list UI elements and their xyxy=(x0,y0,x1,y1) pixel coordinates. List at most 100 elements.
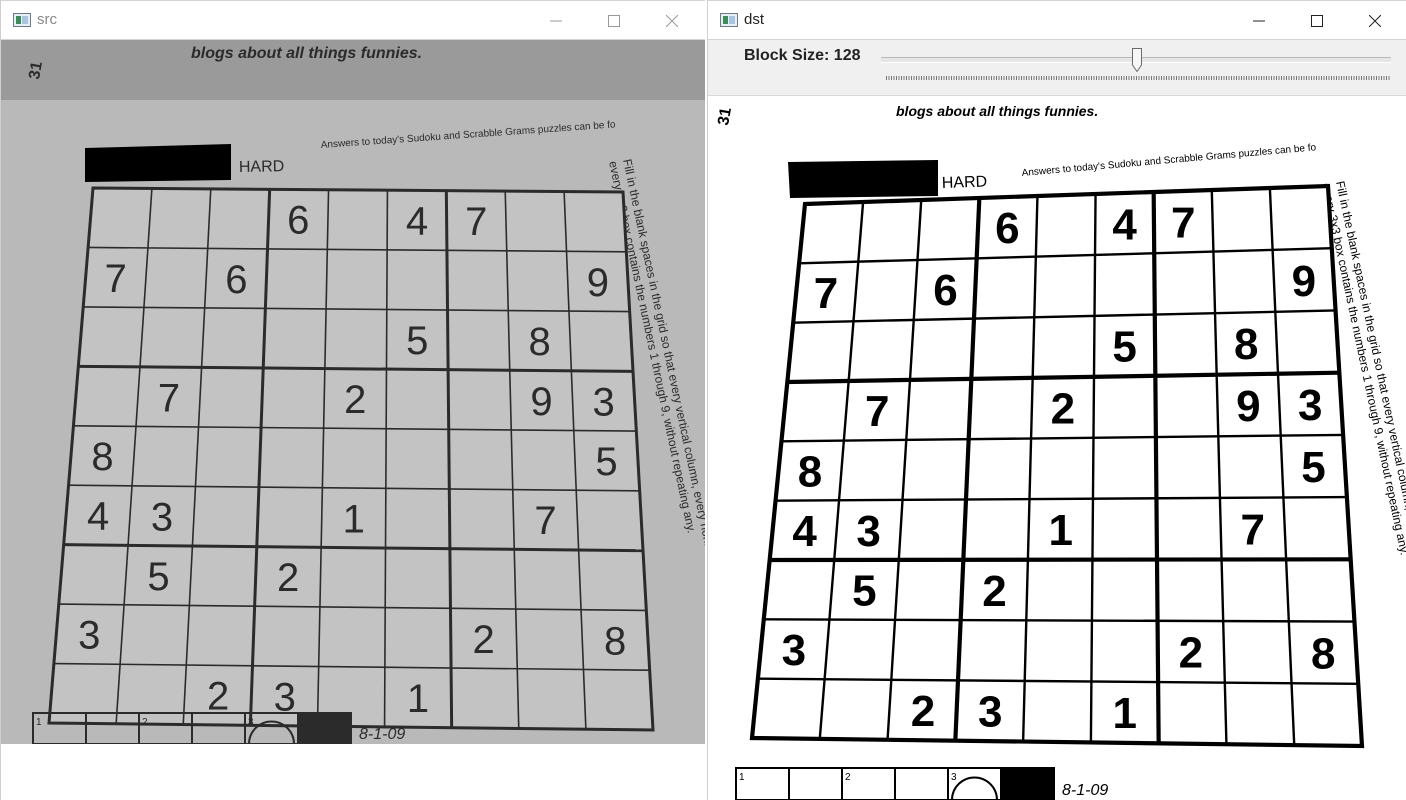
footer-box xyxy=(1000,767,1055,800)
maximize-icon xyxy=(1311,15,1323,27)
sudoku-cell-digit: 9 xyxy=(530,380,552,424)
app-icon xyxy=(13,13,31,27)
sudoku-cell-digit: 2 xyxy=(1179,628,1203,677)
dst-window: dst Block Size: 128 blogs about all thin… xyxy=(707,0,1406,800)
sudoku-cell-digit: 2 xyxy=(277,556,299,600)
sudoku-cell-digit: 6 xyxy=(287,199,309,243)
sudoku-cell-digit: 1 xyxy=(1113,689,1137,738)
block-size-trackbar: Block Size: 128 xyxy=(708,40,1406,96)
sudoku-cell-digit: 2 xyxy=(344,378,366,422)
src-window-title: src xyxy=(37,11,57,28)
close-button[interactable] xyxy=(1346,1,1404,41)
date-label: 8-1-09 xyxy=(1062,782,1108,799)
sudoku-cell-digit: 5 xyxy=(852,567,876,616)
maximize-icon xyxy=(608,15,620,27)
footer-box-number: 1 xyxy=(36,717,42,728)
sudoku-cell-digit: 5 xyxy=(406,319,428,363)
sudoku-cell-digit: 4 xyxy=(1112,200,1137,249)
sudoku-cell-digit: 6 xyxy=(933,266,957,315)
minimize-button[interactable] xyxy=(527,1,585,41)
sudoku-cell-digit: 8 xyxy=(528,320,550,364)
sudoku-cell-digit: 7 xyxy=(865,387,889,436)
minimize-icon xyxy=(1253,20,1265,22)
difficulty-label: HARD xyxy=(239,158,285,176)
sudoku-cell-digit: 5 xyxy=(1301,443,1325,492)
dst-title-bar[interactable]: dst xyxy=(708,0,1406,40)
sudoku-cell-digit: 7 xyxy=(105,257,127,301)
close-icon xyxy=(666,15,678,27)
date-label: 8-1-09 xyxy=(359,726,405,743)
sudoku-cell-digit: 1 xyxy=(343,497,365,541)
sudoku-cell-digit: 8 xyxy=(91,435,113,479)
sudoku-cell-digit: 7 xyxy=(465,200,487,244)
sudoku-cell-digit: 8 xyxy=(604,619,626,663)
footer-box-number: 3 xyxy=(951,772,957,783)
minimize-icon xyxy=(550,20,562,22)
sudoku-cell-digit: 7 xyxy=(1171,199,1195,248)
side-number: 31 xyxy=(715,106,735,127)
maximize-button[interactable] xyxy=(585,1,643,41)
sudoku-cell-digit: 3 xyxy=(1298,381,1322,430)
sudoku-cell-digit: 2 xyxy=(911,687,935,736)
sudoku-cell-digit: 9 xyxy=(587,261,609,305)
sudoku-cell-digit: 7 xyxy=(158,376,180,420)
sudoku-cell-digit: 6 xyxy=(995,204,1019,253)
sudoku-cell-digit: 3 xyxy=(592,380,614,424)
sudoku-cell-digit: 8 xyxy=(1311,629,1335,678)
dst-window-title: dst xyxy=(744,11,765,28)
sudoku-grid-frame xyxy=(749,183,1365,749)
trackbar-ticks xyxy=(886,76,1391,80)
trackbar-label: Block Size: 128 xyxy=(744,47,861,64)
sudoku-cell-digit: 7 xyxy=(534,499,556,543)
src-title-bar[interactable]: src xyxy=(1,0,705,40)
footer-box-number: 3 xyxy=(248,717,254,728)
sudoku-cell-digit: 9 xyxy=(1236,382,1260,431)
sudoku-badge-label: SUDOKU xyxy=(795,168,882,193)
src-image-canvas: blogs about all things funnies. 31 SUDOKU H… xyxy=(1,40,705,744)
sudoku-cell-digit: 2 xyxy=(207,675,229,719)
side-number: 31 xyxy=(26,60,46,81)
sudoku-cell-digit: 8 xyxy=(798,448,822,497)
sudoku-cell-digit: 7 xyxy=(814,269,838,318)
sudoku-cell-digit: 2 xyxy=(1051,385,1075,434)
sudoku-cell-digit: 5 xyxy=(147,555,169,599)
trackbar-thumb[interactable] xyxy=(1132,48,1142,72)
sudoku-cell-digit: 3 xyxy=(856,507,880,556)
sudoku-cell-digit: 3 xyxy=(78,614,100,658)
sudoku-cell-digit: 4 xyxy=(87,495,109,539)
sudoku-cell-digit: 4 xyxy=(406,200,428,244)
close-button[interactable] xyxy=(643,1,701,41)
sudoku-cell-digit: 1 xyxy=(1048,506,1072,555)
footer-box-number: 2 xyxy=(845,772,851,783)
src-window: src blogs about all things funnies. 31 SUD… xyxy=(0,0,705,800)
footer-box xyxy=(297,712,352,744)
sudoku-cell-digit: 3 xyxy=(151,495,173,539)
sudoku-cell-digit: 7 xyxy=(1241,505,1265,554)
sudoku-cell-digit: 5 xyxy=(595,440,617,484)
src-sudoku-photo: blogs about all things funnies.31SUDOKU H… xyxy=(1,40,705,744)
sudoku-cell-digit: 2 xyxy=(982,567,1006,616)
src-canvas-margin xyxy=(1,744,705,800)
sudoku-cell-digit: 3 xyxy=(978,688,1002,737)
dst-thresholded-photo: blogs about all things funnies.31SUDOKU H… xyxy=(708,96,1406,800)
sudoku-badge-label: SUDOKU xyxy=(91,153,178,177)
sudoku-cell-digit: 6 xyxy=(225,258,247,302)
difficulty-label: HARD xyxy=(942,173,988,192)
grid-row-line xyxy=(769,557,1351,563)
header-text: blogs about all things funnies. xyxy=(191,45,422,62)
sudoku-cell-digit: 2 xyxy=(473,618,495,662)
maximize-button[interactable] xyxy=(1288,1,1346,41)
sudoku-cell-digit: 9 xyxy=(1292,257,1316,306)
header-text: blogs about all things funnies. xyxy=(896,103,1098,119)
sudoku-cell-digit: 1 xyxy=(407,677,429,721)
sudoku-grid-frame xyxy=(47,186,655,732)
footer-box-number: 1 xyxy=(739,772,745,783)
sudoku-cell-digit: 8 xyxy=(1234,320,1258,369)
footer-box-number: 2 xyxy=(142,717,148,728)
close-icon xyxy=(1369,15,1381,27)
sudoku-cell-digit: 5 xyxy=(1112,323,1136,372)
app-icon xyxy=(720,13,738,27)
dst-image-canvas: blogs about all things funnies. 31 SUDOKU H… xyxy=(708,96,1406,800)
minimize-button[interactable] xyxy=(1230,1,1288,41)
sudoku-cell-digit: 3 xyxy=(782,626,806,675)
